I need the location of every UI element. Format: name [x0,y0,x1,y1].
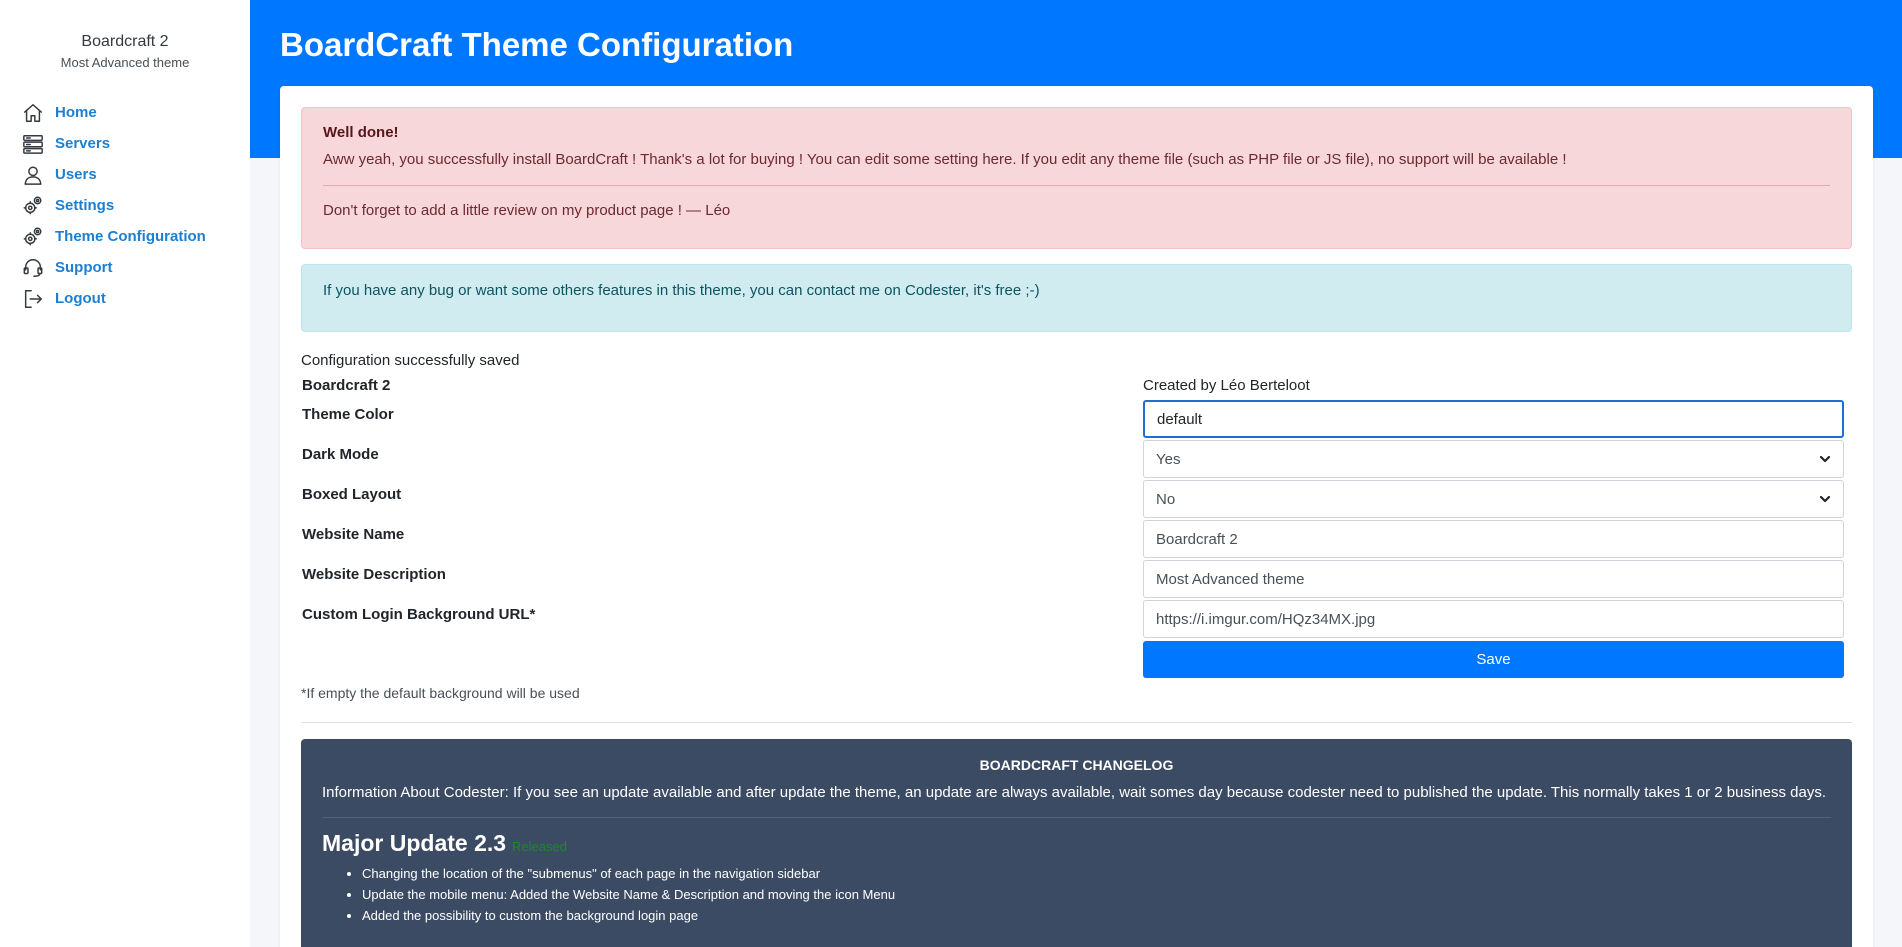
sidebar-item-theme-configuration[interactable]: Theme Configuration [0,221,250,252]
website-name-label: Website Name [302,526,405,543]
gears-icon [23,227,42,246]
gears-icon [23,196,42,215]
headset-icon [23,258,43,277]
changelog-version: Major Update 2.3 Released [322,830,1831,857]
sidebar-item-logout[interactable]: Logout [0,283,250,314]
login-background-input[interactable]: https://i.imgur.com/HQz34MX.jpg [1143,600,1844,638]
brand: Boardcraft 2 Most Advanced theme [0,0,250,70]
servers-icon [23,134,43,154]
boxed-layout-value: No [1156,490,1176,508]
page-title: BoardCraft Theme Configuration [280,26,794,63]
sidebar-item-label: Theme Configuration [55,228,206,245]
sidebar-item-servers[interactable]: Servers [0,128,250,159]
sidebar-item-label: Servers [55,135,111,152]
changelog-divider [322,817,1831,818]
alert-message: Aww yeah, you successfully install Board… [323,151,1567,168]
version-title: Major Update 2.3 [322,830,507,856]
sidebar-item-label: Home [55,104,97,121]
sidebar-item-label: Users [55,166,97,183]
brand-description: Most Advanced theme [60,55,190,70]
sidebar-item-label: Settings [55,197,115,214]
theme-color-label: Theme Color [302,406,394,423]
saved-message: Configuration successfully saved [301,352,520,369]
dark-mode-value: Yes [1156,450,1181,468]
changelog-info: Information About Codester: If you see a… [322,784,1826,801]
website-name-value: Boardcraft 2 [1156,530,1238,548]
chevron-down-icon [1819,495,1831,503]
website-description-input[interactable]: Most Advanced theme [1143,560,1844,598]
creator-credit: Created by Léo Berteloot [1143,377,1310,394]
dark-mode-select[interactable]: Yes [1143,440,1844,478]
changelog-item: Update the mobile menu: Added the Websit… [362,884,1831,905]
changelog-item: Changing the location of the "submenus" … [362,863,1831,884]
website-description-value: Most Advanced theme [1156,570,1305,588]
chevron-down-icon [1819,455,1831,463]
success-alert: Well done! Aww yeah, you successfully in… [301,107,1852,249]
version-badge: Released [512,839,567,854]
info-alert: If you have any bug or want some others … [301,264,1852,332]
brand-name: Boardcraft 2 [81,33,169,50]
sidebar-item-settings[interactable]: Settings [0,190,250,221]
sidebar-item-support[interactable]: Support [0,252,250,283]
sidebar-item-home[interactable]: Home [0,97,250,128]
theme-color-value: default [1157,410,1203,428]
changelog-item: Added the possibility to custom the back… [362,905,1831,926]
save-button[interactable]: Save [1143,641,1844,678]
sidebar-item-label: Logout [55,290,106,307]
alert-divider [323,185,1830,186]
section-divider [301,722,1852,723]
boxed-layout-label: Boxed Layout [302,486,402,503]
app-name-label: Boardcraft 2 [302,377,391,394]
info-alert-message: If you have any bug or want some others … [323,282,1040,299]
main-card: Well done! Aww yeah, you successfully in… [280,86,1873,947]
sidebar: Boardcraft 2 Most Advanced theme Home Se… [0,0,250,947]
sidebar-item-label: Support [55,259,113,276]
sidebar-nav: Home Servers Users Settings Theme Config… [0,97,250,314]
website-name-input[interactable]: Boardcraft 2 [1143,520,1844,558]
dark-mode-label: Dark Mode [302,446,379,463]
sidebar-item-users[interactable]: Users [0,159,250,190]
login-background-value: https://i.imgur.com/HQz34MX.jpg [1156,610,1376,628]
alert-heading: Well done! [323,124,399,141]
alert-footer: Don't forget to add a little review on m… [323,202,731,219]
login-background-label: Custom Login Background URL* [302,606,536,623]
background-note: *If empty the default background will be… [301,685,580,701]
logout-icon [24,289,42,308]
theme-color-input[interactable]: default [1143,400,1844,438]
home-icon [24,103,42,122]
website-description-label: Website Description [302,566,446,583]
changelog-title: BOARDCRAFT CHANGELOG [979,757,1174,773]
changelog-list: Changing the location of the "submenus" … [322,863,1831,926]
user-icon [24,165,42,185]
changelog-panel: BOARDCRAFT CHANGELOG Information About C… [301,739,1852,947]
boxed-layout-select[interactable]: No [1143,480,1844,518]
